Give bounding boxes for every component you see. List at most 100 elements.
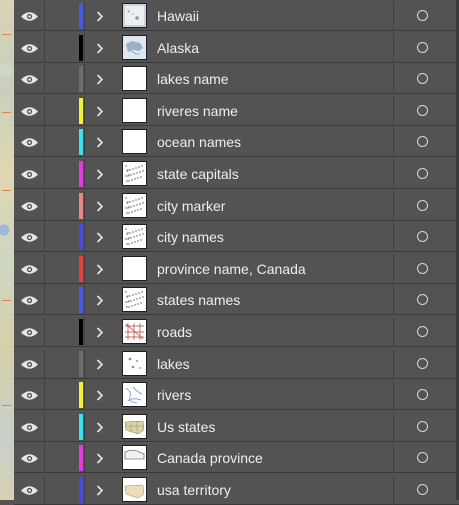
expand-layer-toggle[interactable] xyxy=(85,349,120,379)
layer-color-bar xyxy=(79,97,83,124)
visibility-toggle[interactable] xyxy=(14,190,45,221)
layer-name-cell[interactable]: Canada province xyxy=(150,443,394,474)
expand-layer-toggle[interactable] xyxy=(85,159,120,189)
visibility-toggle[interactable] xyxy=(14,222,45,253)
visibility-toggle[interactable] xyxy=(14,411,45,442)
layer-name-cell[interactable]: province name, Canada xyxy=(150,253,394,284)
eye-icon xyxy=(21,107,38,116)
expand-layer-toggle[interactable] xyxy=(85,412,120,442)
visibility-toggle[interactable] xyxy=(14,253,45,284)
chevron-right-icon xyxy=(96,422,104,433)
layer-row[interactable]: lakes xyxy=(14,348,459,379)
layer-target-button[interactable] xyxy=(394,412,459,442)
layer-target-button[interactable] xyxy=(394,64,459,94)
layer-thumbnail xyxy=(122,129,147,155)
layer-row[interactable]: state capitals xyxy=(14,159,459,189)
target-circle-icon xyxy=(417,484,428,495)
layer-name-cell[interactable]: Us states xyxy=(150,411,394,442)
expand-layer-toggle[interactable] xyxy=(85,64,120,94)
layer-row[interactable]: Us states xyxy=(14,411,459,442)
visibility-toggle[interactable] xyxy=(14,443,45,474)
layer-name-cell[interactable]: city marker xyxy=(150,190,394,221)
eye-icon xyxy=(21,170,38,179)
layer-target-button[interactable] xyxy=(394,380,459,410)
eye-icon xyxy=(21,423,38,432)
layer-row[interactable]: ocean names xyxy=(14,127,459,158)
chevron-right-icon xyxy=(96,390,104,401)
layer-row[interactable]: states names xyxy=(14,285,459,316)
visibility-toggle[interactable] xyxy=(14,475,45,505)
layer-color-bar xyxy=(79,66,83,93)
layer-target-button[interactable] xyxy=(394,191,459,221)
layer-name-cell[interactable]: lakes xyxy=(150,348,394,379)
visibility-toggle[interactable] xyxy=(14,64,45,95)
layer-target-button[interactable] xyxy=(394,443,459,473)
chevron-right-icon xyxy=(96,43,104,54)
chevron-right-icon xyxy=(96,137,104,148)
layer-target-button[interactable] xyxy=(394,222,459,252)
layer-name-cell[interactable]: state capitals xyxy=(150,159,394,189)
expand-layer-toggle[interactable] xyxy=(85,191,120,221)
layer-name-cell[interactable]: usa territory xyxy=(150,475,394,505)
layer-thumbnail xyxy=(122,382,147,408)
layer-row[interactable]: Alaska xyxy=(14,32,459,63)
expand-layer-toggle[interactable] xyxy=(85,127,120,157)
visibility-toggle[interactable] xyxy=(14,285,45,316)
layer-target-button[interactable] xyxy=(394,1,459,31)
expand-layer-toggle[interactable] xyxy=(85,33,120,63)
layer-row[interactable]: lakes name xyxy=(14,64,459,95)
layer-row[interactable]: roads xyxy=(14,317,459,347)
expand-layer-toggle[interactable] xyxy=(85,254,120,284)
layer-name-cell[interactable]: city names xyxy=(150,222,394,253)
target-circle-icon xyxy=(417,420,428,432)
visibility-toggle[interactable] xyxy=(14,127,45,158)
layer-target-button[interactable] xyxy=(394,127,459,157)
layer-name-cell[interactable]: ocean names xyxy=(150,127,394,158)
layer-color-bar xyxy=(79,382,83,409)
layer-name: usa territory xyxy=(157,482,231,498)
layer-name-cell[interactable]: lakes name xyxy=(150,64,394,95)
visibility-toggle[interactable] xyxy=(14,348,45,379)
layer-row[interactable]: riveres name xyxy=(14,95,459,126)
expand-layer-toggle[interactable] xyxy=(85,96,120,126)
expand-layer-toggle[interactable] xyxy=(85,443,120,473)
expand-layer-toggle[interactable] xyxy=(85,285,120,315)
layer-color-cell xyxy=(45,317,85,347)
visibility-toggle[interactable] xyxy=(14,32,45,63)
layer-name-cell[interactable]: Hawaii xyxy=(150,1,394,31)
visibility-toggle[interactable] xyxy=(14,380,45,411)
visibility-toggle[interactable] xyxy=(14,317,45,347)
expand-layer-toggle[interactable] xyxy=(85,317,120,347)
layer-name-cell[interactable]: states names xyxy=(150,285,394,316)
visibility-toggle[interactable] xyxy=(14,95,45,126)
expand-layer-toggle[interactable] xyxy=(85,1,120,31)
layer-target-button[interactable] xyxy=(394,285,459,315)
expand-layer-toggle[interactable] xyxy=(85,222,120,252)
target-circle-icon xyxy=(417,41,428,53)
layer-name-cell[interactable]: Alaska xyxy=(150,32,394,63)
layer-target-button[interactable] xyxy=(394,33,459,63)
layer-target-button[interactable] xyxy=(394,254,459,284)
layer-name-cell[interactable]: roads xyxy=(150,317,394,347)
layer-row[interactable]: city names xyxy=(14,222,459,253)
layer-target-button[interactable] xyxy=(394,96,459,126)
visibility-toggle[interactable] xyxy=(14,159,45,189)
expand-layer-toggle[interactable] xyxy=(85,475,120,505)
layer-target-button[interactable] xyxy=(394,475,459,505)
layer-target-button[interactable] xyxy=(394,317,459,347)
layer-row[interactable]: province name, Canada xyxy=(14,253,459,284)
layer-color-bar xyxy=(79,224,83,251)
expand-layer-toggle[interactable] xyxy=(85,380,120,410)
layer-row[interactable]: usa territory xyxy=(14,475,459,505)
layer-name-cell[interactable]: rivers xyxy=(150,380,394,411)
layer-row[interactable]: Hawaii xyxy=(14,1,459,31)
visibility-toggle[interactable] xyxy=(14,1,45,31)
eye-icon xyxy=(21,265,38,274)
layer-row[interactable]: city marker xyxy=(14,190,459,221)
layer-name-cell[interactable]: riveres name xyxy=(150,95,394,126)
layer-target-button[interactable] xyxy=(394,159,459,189)
layer-row[interactable]: rivers xyxy=(14,380,459,411)
layer-color-bar xyxy=(79,477,83,503)
layer-target-button[interactable] xyxy=(394,349,459,379)
layer-row[interactable]: Canada province xyxy=(14,443,459,474)
